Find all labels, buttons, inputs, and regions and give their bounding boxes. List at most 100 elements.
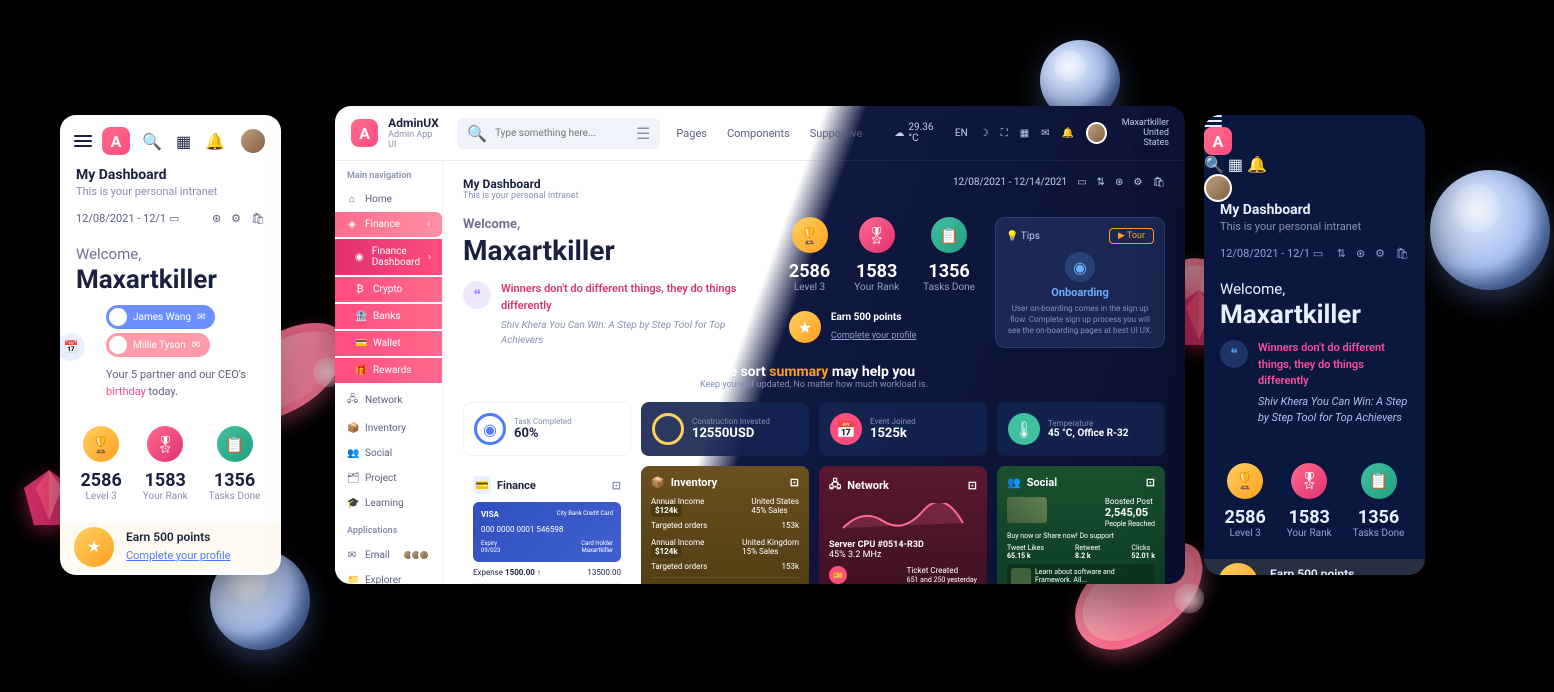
weather-widget[interactable]: ☁29.36 °C [894, 122, 943, 144]
star-icon: ★ [74, 527, 114, 567]
welcome-greeting: Welcome, [76, 245, 265, 263]
search-input[interactable] [495, 128, 628, 139]
search-icon[interactable]: 🔍 [1204, 155, 1224, 174]
stat-label: Tasks Done [923, 282, 975, 293]
search-box[interactable]: 🔍 ☰ [457, 118, 660, 149]
settings-icon[interactable]: ⊛ [1356, 247, 1365, 260]
search-icon[interactable]: 🔍 [142, 132, 162, 151]
avatar[interactable] [1086, 122, 1107, 144]
trophy-icon: 🏆 [792, 217, 828, 253]
tour-button[interactable]: ▶ Tour [1109, 228, 1154, 244]
cart-icon[interactable]: 🛍 [251, 212, 265, 225]
expand-icon[interactable]: ⊡ [790, 476, 799, 489]
bell-icon[interactable]: 🔔 [1062, 128, 1074, 139]
inbox-icon[interactable]: ✉ [1041, 128, 1049, 139]
menu-icon[interactable] [1204, 115, 1425, 127]
metric-event-joined[interactable]: 📅 Event Joined1525k [819, 402, 987, 456]
date-range[interactable]: 12/08/2021 - 12/1 [76, 212, 166, 225]
lang-switcher[interactable]: EN [955, 128, 968, 139]
nav-supportive[interactable]: Supportive [810, 127, 863, 140]
tile-inventory[interactable]: 📦Inventory⊡ Annual Income$124kUnited Sta… [641, 466, 809, 584]
cart-icon[interactable]: 🛍 [1152, 177, 1165, 188]
sidebar-item-inventory[interactable]: 📦Inventory [335, 416, 442, 441]
gear-icon[interactable]: ⚙ [231, 212, 241, 225]
stats-row: 🏆2586Level 3 🎖1583Your Rank 📋1356Tasks D… [789, 217, 975, 293]
expand-icon[interactable]: ⊡ [612, 479, 621, 492]
menu-icon[interactable]: ☰ [636, 124, 650, 143]
menu-icon[interactable] [74, 135, 92, 147]
nav-components[interactable]: Components [727, 127, 790, 140]
metric-temperature[interactable]: 🌡 Temperature45 °C, Office R-32 [997, 402, 1165, 456]
stat-label: Your Rank [854, 282, 899, 293]
stat-value: 2586 [789, 261, 830, 282]
avatar[interactable] [239, 127, 267, 155]
sidebar-item-social[interactable]: 👥Social [335, 441, 442, 466]
stat-value: 1356 [209, 470, 261, 491]
nav-pages[interactable]: Pages [676, 127, 707, 140]
expand-icon[interactable]: ⊡ [1146, 476, 1155, 489]
settings-icon[interactable]: ⊛ [1115, 177, 1123, 188]
moon-icon[interactable]: ☽ [980, 128, 989, 139]
cart-icon[interactable]: 🛍 [1395, 247, 1409, 260]
metric-value: 45 °C, Office R-32 [1048, 428, 1128, 439]
stats-row: 🏆2586Level 3 🎖1583Your Rank 📋1356Tasks D… [1204, 443, 1425, 559]
date-range[interactable]: 12/08/2021 - 12/14/2021 [953, 177, 1067, 188]
sidebar-item-explorer[interactable]: 📁Explorer [335, 568, 442, 584]
sidebar-item-banks[interactable]: 🏦Banks [335, 304, 442, 329]
bell-icon[interactable]: 🔔 [205, 132, 225, 151]
medal-icon: 🎖 [859, 217, 895, 253]
grid-icon[interactable]: ▦ [176, 132, 191, 151]
sidebar-item-wallet[interactable]: 💳Wallet [335, 331, 442, 356]
grid-icon[interactable]: ▦ [1020, 128, 1029, 139]
metric-task-completed[interactable]: ◉ Task Completed60% [463, 402, 631, 456]
user-name: Maxartkiller [1119, 118, 1169, 128]
earn-banner: ★ Earn 500 points Complete your profile [1204, 559, 1425, 576]
metric-label: Task Completed [514, 417, 572, 426]
calendar-icon[interactable]: ▭ [1077, 177, 1086, 188]
sidebar-item-rewards[interactable]: 🎁Rewards [335, 358, 442, 383]
fullscreen-icon[interactable]: ⛶ [1001, 128, 1008, 139]
complete-profile-link[interactable]: Complete your profile [831, 331, 917, 341]
gear-icon[interactable]: ⚙ [1133, 177, 1142, 188]
filter-icon[interactable]: ⇅ [1337, 247, 1346, 260]
metric-value: 1525k [870, 426, 916, 441]
stat-value: 1583 [1287, 507, 1332, 528]
settings-icon[interactable]: ⊛ [212, 212, 221, 225]
tile-network[interactable]: 🖧Network⊡ Server CPU #0514-R3D45% 3.2 MH… [819, 466, 987, 584]
grid-icon[interactable]: ▦ [1228, 155, 1243, 174]
bell-icon[interactable]: 🔔 [1247, 155, 1267, 174]
app-logo[interactable]: A [351, 119, 378, 147]
tile-social[interactable]: 👥Social⊡ Boosted Post2,545,05People Reac… [997, 466, 1165, 584]
sidebar-item-home[interactable]: ⌂Home [335, 187, 442, 212]
person-chip[interactable]: James Wang ✉ [106, 305, 215, 329]
page-subtitle: This is your personal intranet [1220, 220, 1409, 233]
avatar[interactable] [1204, 174, 1232, 202]
mobile-dark-preview: A 🔍 ▦ 🔔 My Dashboard This is your person… [1204, 115, 1425, 575]
sidebar-item-crypto[interactable]: ₿Crypto [335, 277, 442, 302]
filter-icon[interactable]: ⇅ [1097, 177, 1105, 188]
quote-secondary: Shiv Khera You Can Win: A Step by Step T… [1258, 394, 1409, 427]
stat-label: Your Rank [1287, 528, 1332, 539]
complete-profile-link[interactable]: Complete your profile [126, 549, 231, 562]
person-chip[interactable]: Millie Tyson ✉ [106, 333, 210, 357]
chip-name: James Wang [133, 312, 191, 323]
sidebar-item-learning[interactable]: 🎓Learning [335, 491, 442, 516]
expand-icon[interactable]: ⊡ [968, 479, 977, 492]
calendar-icon[interactable]: ▭ [1313, 247, 1323, 260]
sidebar-item-email[interactable]: ✉Email [335, 542, 442, 568]
sidebar-item-finance-dashboard[interactable]: ◉Finance Dashboard› [335, 239, 442, 275]
tile-finance[interactable]: 💳Finance⊡ VISACity Bank Credit Card 000 … [463, 466, 631, 584]
calendar-icon[interactable]: ▭ [169, 212, 179, 225]
sidebar-item-project[interactable]: 🗂Project [335, 466, 442, 491]
metric-construction[interactable]: Construction Invested12550USD [641, 402, 809, 456]
sidebar-item-finance[interactable]: ◈Finance› [335, 212, 442, 237]
gear-icon[interactable]: ⚙ [1375, 247, 1385, 260]
app-logo[interactable]: A [1204, 127, 1232, 155]
welcome-name: Maxartkiller [463, 234, 769, 267]
sidebar-item-network[interactable]: 🖧Network [335, 385, 442, 416]
chip-name: Millie Tyson [133, 340, 186, 351]
app-logo[interactable]: A [102, 127, 130, 155]
date-range[interactable]: 12/08/2021 - 12/1 [1220, 247, 1310, 260]
tips-body: User on-boarding comes in the sign up fl… [1006, 303, 1154, 337]
network-icon: 🖧 [829, 476, 841, 495]
